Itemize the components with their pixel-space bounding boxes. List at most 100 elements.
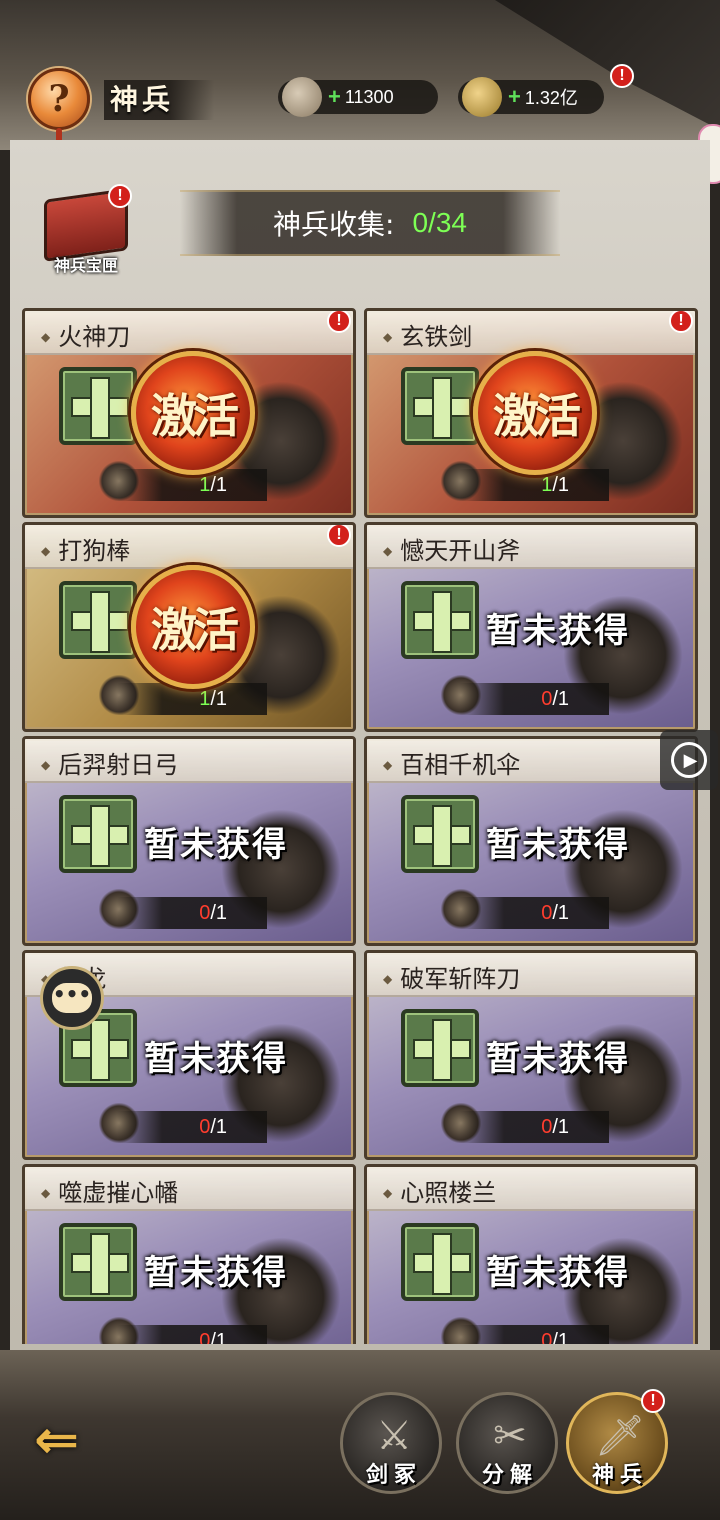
currency-coins[interactable]: + 1.32亿: [458, 77, 604, 117]
fragment-have: 0: [199, 902, 211, 924]
weapon-name: 百相千机伞: [383, 745, 520, 780]
unowned-label: 暂未获得: [144, 1253, 288, 1293]
activate-button[interactable]: 激活: [131, 565, 255, 689]
divine-weapon-icon: 🗡: [594, 1413, 646, 1459]
weapon-name-bar: 破军斩阵刀: [367, 953, 695, 997]
fragment-count: 0/1: [459, 1111, 609, 1143]
coins-icon: [462, 77, 502, 117]
play-float-button[interactable]: ▶: [660, 730, 718, 790]
activate-button[interactable]: 激活: [473, 351, 597, 475]
fragment-have: 0: [199, 1116, 211, 1138]
fragment-total: /1: [552, 902, 569, 924]
collection-value: 0/34: [412, 207, 467, 238]
sword-tomb-icon: ⚔: [376, 1413, 412, 1459]
weapon-card[interactable]: 玄铁剑 1/1激活!: [364, 308, 698, 518]
weapon-name-bar: 心照楼兰: [367, 1167, 695, 1211]
fragment-count: 0/1: [117, 897, 267, 929]
header-alert-badge: !: [610, 64, 634, 88]
collection-label: 神兵收集:: [273, 208, 395, 241]
add-stone-icon[interactable]: +: [328, 84, 341, 110]
fragment-count: 0/1: [117, 1325, 267, 1344]
unowned-label: 暂未获得: [486, 1039, 630, 1079]
chat-icon: •••: [52, 983, 92, 1013]
fragment-have: 0: [541, 1330, 553, 1344]
fragment-total: /1: [552, 1116, 569, 1138]
activate-button[interactable]: 激活: [131, 351, 255, 475]
nav-alert-badge: !: [641, 1389, 665, 1413]
fragment-count: 0/1: [459, 683, 609, 715]
weapon-name: 打狗棒: [41, 531, 130, 566]
chat-float-button[interactable]: •••: [40, 966, 104, 1030]
fragment-have: 0: [541, 688, 553, 710]
stone-amount: 11300: [344, 86, 394, 107]
nav-sword-tomb-label: 剑冢: [365, 1462, 422, 1488]
weapon-name-bar: 百相千机伞: [367, 739, 695, 783]
weapon-name-bar: 玄铁剑: [367, 311, 695, 355]
nav-divine-weapon-label: 神兵: [591, 1462, 648, 1488]
card-alert-badge: !: [669, 311, 693, 333]
fragment-total: /1: [210, 902, 227, 924]
nav-sword-tomb[interactable]: ⚔ 剑冢: [340, 1392, 442, 1494]
add-coins-icon[interactable]: +: [508, 84, 521, 110]
fragment-total: /1: [552, 688, 569, 710]
add-slot-icon[interactable]: [401, 367, 479, 445]
fragment-total: /1: [552, 1330, 569, 1344]
treasure-box-label: 神兵宝匣: [53, 256, 118, 275]
fragment-count: 0/1: [117, 1111, 267, 1143]
nav-decompose[interactable]: ✂ 分解: [456, 1392, 558, 1494]
weapon-card[interactable]: 打狗棒 1/1激活!: [22, 522, 356, 732]
fragment-total: /1: [210, 474, 227, 496]
weapon-name-bar: 火神刀: [25, 311, 353, 355]
weapon-name: 心照楼兰: [383, 1173, 496, 1208]
weapon-card[interactable]: 后羿射日弓 0/1 暂未获得: [22, 736, 356, 946]
weapon-name-bar: 后羿射日弓: [25, 739, 353, 783]
add-slot-icon[interactable]: [59, 581, 137, 659]
weapon-name: 玄铁剑: [383, 317, 472, 352]
weapon-card[interactable]: 火神刀 1/1激活!: [22, 308, 356, 518]
unowned-label: 暂未获得: [486, 825, 630, 865]
fragment-count: 0/1: [459, 897, 609, 929]
fragment-have: 0: [199, 1330, 211, 1344]
weapon-card[interactable]: 百相千机伞 0/1 暂未获得: [364, 736, 698, 946]
treasure-alert-badge: !: [108, 184, 132, 208]
back-arrow-icon[interactable]: ⇐: [34, 1413, 114, 1470]
weapon-name: 破军斩阵刀: [383, 959, 520, 994]
fragment-have: 1: [541, 474, 553, 496]
weapon-card[interactable]: 心照楼兰 0/1 暂未获得: [364, 1164, 698, 1344]
fragment-have: 1: [199, 688, 211, 710]
unowned-label: 暂未获得: [486, 611, 630, 651]
unowned-label: 暂未获得: [144, 1039, 288, 1079]
card-alert-badge: !: [327, 311, 351, 333]
unowned-label: 暂未获得: [486, 1253, 630, 1293]
coins-amount: 1.32亿: [524, 88, 578, 108]
weapon-card[interactable]: 噬虚摧心幡 0/1 暂未获得: [22, 1164, 356, 1344]
weapon-name: 噬虚摧心幡: [41, 1173, 178, 1208]
currency-stone[interactable]: + 11300: [278, 77, 438, 117]
fragment-have: 1: [199, 474, 211, 496]
fragment-have: 0: [541, 1116, 553, 1138]
add-slot-icon[interactable]: [59, 367, 137, 445]
unowned-label: 暂未获得: [144, 825, 288, 865]
stone-icon: [282, 77, 322, 117]
weapon-grid: 火神刀1/1激活!玄铁剑1/1激活!打狗棒1/1激活!憾天开山斧0/1暂未获得后…: [22, 308, 702, 1344]
card-alert-badge: !: [327, 525, 351, 547]
fragment-have: 0: [541, 902, 553, 924]
weapon-card[interactable]: 憾天开山斧 0/1 暂未获得: [364, 522, 698, 732]
page-title: 神兵: [104, 80, 215, 120]
nav-divine-weapon[interactable]: 🗡 神兵 !: [566, 1389, 668, 1494]
weapon-name: 火神刀: [41, 317, 130, 352]
weapon-card[interactable]: 破军斩阵刀 0/1 暂未获得: [364, 950, 698, 1160]
weapon-name-bar: 憾天开山斧: [367, 525, 695, 569]
fragment-total: /1: [552, 474, 569, 496]
treasure-box-button[interactable]: 神兵宝匣 !: [40, 184, 132, 282]
fragment-total: /1: [210, 1330, 227, 1344]
weapon-name: 后羿射日弓: [41, 745, 178, 780]
nav-decompose-label: 分解: [481, 1462, 538, 1488]
decompose-icon: ✂: [493, 1413, 527, 1459]
help-button[interactable]: ?: [28, 68, 90, 130]
weapon-name-bar: 打狗棒: [25, 525, 353, 569]
fragment-total: /1: [210, 1116, 227, 1138]
weapon-name-bar: 噬虚摧心幡: [25, 1167, 353, 1211]
weapon-name: 憾天开山斧: [383, 531, 520, 566]
fragment-total: /1: [210, 688, 227, 710]
